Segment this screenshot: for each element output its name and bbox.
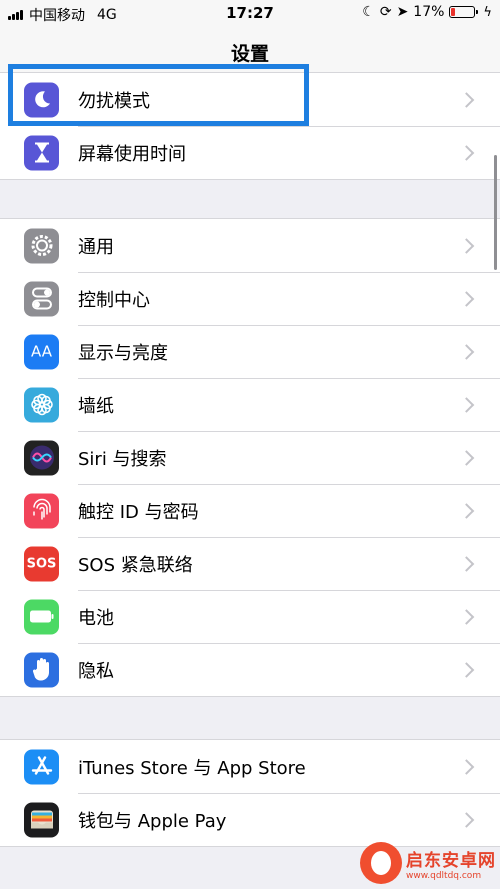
row-label: Siri 与搜索 — [78, 449, 167, 470]
watermark-url: www.qdltdq.com — [406, 870, 482, 881]
moon-icon — [24, 82, 59, 117]
row-label: 钱包与 Apple Pay — [78, 811, 227, 832]
watermark-title: 启东安卓网 — [406, 850, 496, 871]
settings-row-battery[interactable]: 电池 — [0, 590, 500, 643]
row-label: 墙纸 — [78, 396, 114, 417]
siri-icon — [24, 440, 59, 475]
settings-row-control-center[interactable]: 控制中心 — [0, 272, 500, 325]
row-label: 控制中心 — [78, 290, 150, 311]
chevron-right-icon — [458, 812, 475, 828]
row-label: 电池 — [78, 608, 114, 629]
chevron-right-icon — [458, 503, 475, 519]
moon-status-icon: ☾ — [362, 4, 375, 20]
location-icon: ➤ — [396, 4, 409, 20]
chevron-right-icon — [458, 758, 475, 775]
row-label: SOS 紧急联络 — [78, 555, 193, 576]
settings-row-privacy[interactable]: 隐私 — [0, 643, 500, 696]
settings-row-screen-time[interactable]: 屏幕使用时间 — [0, 126, 500, 179]
row-label: 触控 ID 与密码 — [78, 502, 199, 523]
row-label: 显示与亮度 — [78, 343, 168, 364]
chevron-right-icon — [458, 662, 475, 678]
settings-row-emergency-sos[interactable]: SOS SOS 紧急联络 — [0, 537, 500, 590]
battery-fill — [451, 8, 456, 16]
battery-icon — [449, 6, 479, 18]
settings-row-general[interactable]: 通用 — [0, 219, 500, 272]
page-title: 设置 — [230, 43, 269, 65]
toggles-icon — [24, 281, 59, 316]
settings-group-1: 勿扰模式 屏幕使用时间 — [0, 72, 500, 180]
settings-group-3: iTunes Store 与 App Store 钱包与 Apple Pay — [0, 739, 500, 847]
status-right: ☾ ⟳ ➤ 17% ϟ — [362, 4, 492, 20]
settings-row-do-not-disturb[interactable]: 勿扰模式 — [0, 73, 500, 126]
charging-icon: ϟ — [483, 4, 492, 20]
row-label: 通用 — [78, 236, 114, 258]
sos-icon: SOS — [24, 546, 59, 581]
app-store-icon — [24, 749, 59, 784]
row-label: 隐私 — [78, 661, 114, 682]
chevron-right-icon — [458, 291, 475, 307]
chevron-right-icon — [458, 91, 475, 108]
chevron-right-icon — [458, 344, 475, 360]
hourglass-icon — [24, 135, 59, 170]
gear-icon — [24, 228, 59, 263]
watermark-mascot-icon — [360, 842, 402, 884]
text-size-icon: AA — [24, 334, 59, 369]
settings-group-2: 通用 控制中心 AA 显示与亮度 墙纸 Siri 与搜索 触控 ID 与密码 S… — [0, 218, 500, 697]
settings-row-display-brightness[interactable]: AA 显示与亮度 — [0, 325, 500, 378]
watermark-logo: 启东安卓网 www.qdltdq.com — [360, 837, 500, 889]
wallet-icon — [24, 802, 59, 837]
settings-row-itunes-app-store[interactable]: iTunes Store 与 App Store — [0, 740, 500, 793]
battery-percent: 17% — [413, 4, 445, 20]
fingerprint-icon — [24, 493, 59, 528]
flower-icon — [24, 387, 59, 422]
row-label: iTunes Store 与 App Store — [78, 757, 306, 779]
settings-row-siri-search[interactable]: Siri 与搜索 — [0, 431, 500, 484]
chevron-right-icon — [458, 609, 475, 625]
chevron-right-icon — [458, 397, 475, 413]
battery-icon — [24, 599, 59, 634]
chevron-right-icon — [458, 556, 475, 572]
scroll-indicator[interactable] — [494, 155, 497, 270]
chevron-right-icon — [458, 145, 475, 161]
row-label: 勿扰模式 — [78, 90, 150, 112]
navigation-bar: 设置 — [0, 26, 500, 78]
settings-row-touch-id-passcode[interactable]: 触控 ID 与密码 — [0, 484, 500, 537]
hand-icon — [24, 652, 59, 687]
orientation-lock-icon: ⟳ — [379, 4, 392, 20]
status-bar: 中国移动 4G 17:27 ☾ ⟳ ➤ 17% ϟ — [0, 0, 500, 26]
chevron-right-icon — [458, 237, 475, 254]
row-label: 屏幕使用时间 — [78, 144, 186, 165]
settings-row-wallpaper[interactable]: 墙纸 — [0, 378, 500, 431]
chevron-right-icon — [458, 450, 475, 466]
